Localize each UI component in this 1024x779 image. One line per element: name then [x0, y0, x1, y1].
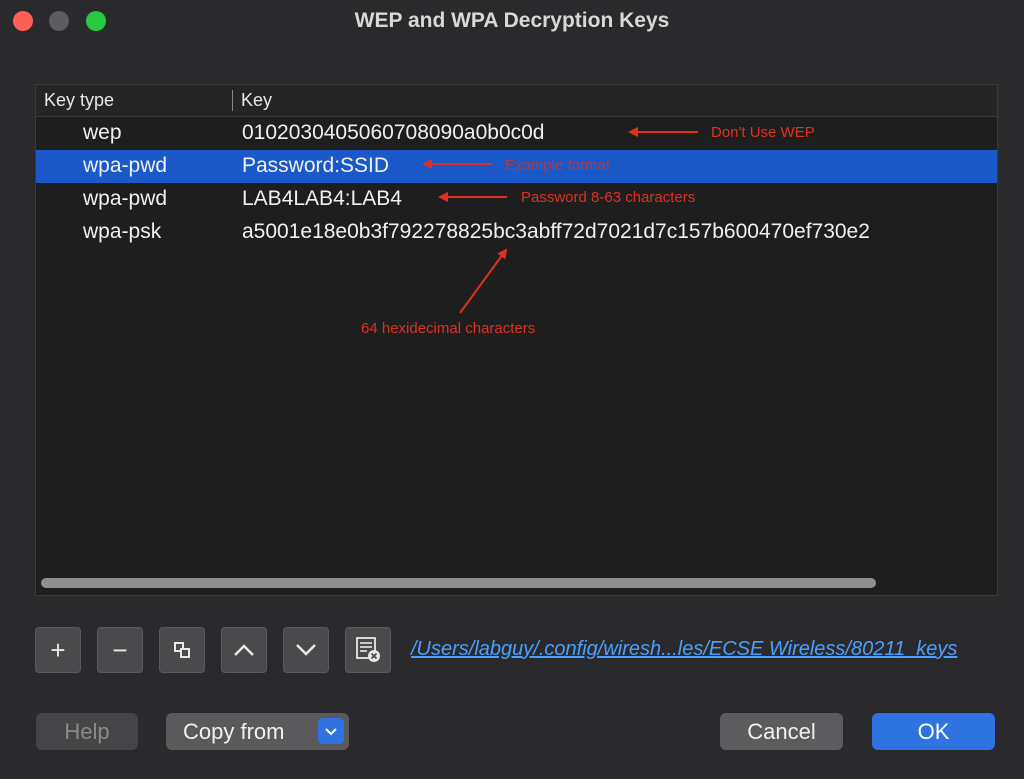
clear-keys-button[interactable] — [345, 627, 391, 673]
plus-icon: + — [50, 634, 66, 665]
remove-key-button[interactable]: − — [97, 627, 143, 673]
table-row[interactable]: wpa-pwd LAB4LAB4:LAB4 — [36, 183, 997, 216]
clear-list-icon — [356, 637, 380, 662]
add-key-button[interactable]: + — [35, 627, 81, 673]
key-type-cell: wpa-psk — [83, 220, 162, 243]
ok-button-label: OK — [917, 718, 950, 744]
key-cell: 0102030405060708090a0b0c0d — [242, 121, 545, 144]
table-row[interactable]: wpa-psk a5001e18e0b3f792278825bc3abff72d… — [36, 216, 997, 249]
copy-icon — [174, 642, 190, 658]
column-header-key[interactable]: Key — [241, 90, 272, 111]
column-divider[interactable] — [232, 90, 233, 111]
move-up-button[interactable] — [221, 627, 267, 673]
move-down-button[interactable] — [283, 627, 329, 673]
annotation-wep: Don't Use WEP — [711, 124, 815, 141]
cancel-button-label: Cancel — [747, 718, 816, 744]
copy-from-popup-button[interactable]: Copy from — [166, 713, 349, 750]
key-type-cell: wpa-pwd — [83, 187, 168, 210]
key-type-cell: wpa-pwd — [83, 154, 168, 177]
chevron-down-icon — [296, 644, 316, 656]
help-button-label: Help — [64, 718, 110, 744]
key-cell: LAB4LAB4:LAB4 — [242, 187, 402, 210]
table-row[interactable]: wep 0102030405060708090a0b0c0d — [36, 117, 997, 150]
copy-key-button[interactable] — [159, 627, 205, 673]
help-button[interactable]: Help — [36, 713, 138, 750]
key-cell: Password:SSID — [242, 154, 390, 177]
cancel-button[interactable]: Cancel — [720, 713, 843, 750]
annotation-example-format: Example format — [505, 157, 611, 174]
title-bar: WEP and WPA Decryption Keys — [0, 0, 1024, 42]
keys-file-path-link[interactable]: /Users/labguy/.config/wiresh...les/ECSE … — [411, 638, 957, 661]
horizontal-scrollbar[interactable] — [41, 578, 876, 588]
chevron-up-icon — [234, 644, 254, 656]
chevron-down-icon — [318, 718, 344, 744]
minus-icon: − — [112, 634, 128, 665]
key-type-cell: wep — [83, 121, 122, 144]
window-title: WEP and WPA Decryption Keys — [354, 9, 670, 32]
copy-from-label: Copy from — [183, 718, 285, 744]
column-header-key-type[interactable]: Key type — [44, 90, 114, 111]
ok-button[interactable]: OK — [872, 713, 995, 750]
table-header: Key type Key — [36, 85, 997, 117]
key-cell: a5001e18e0b3f792278825bc3abff72d7021d7c1… — [242, 220, 870, 243]
annotation-hex-length: 64 hexidecimal characters — [361, 320, 536, 337]
annotation-password-length: Password 8-63 characters — [521, 189, 696, 206]
